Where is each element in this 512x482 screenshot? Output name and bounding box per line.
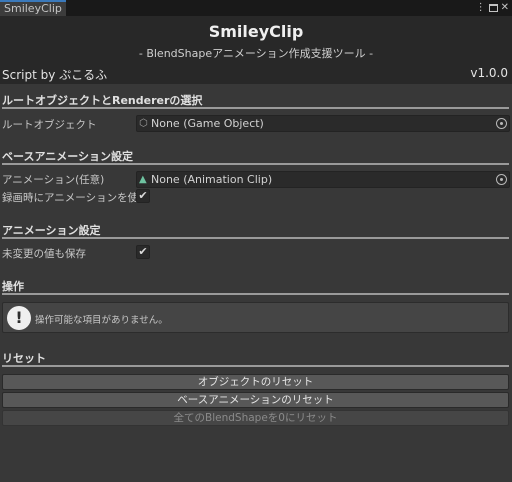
object-picker-icon[interactable] (496, 118, 507, 129)
tool-title: SmileyClip (208, 22, 304, 41)
info-icon: ! (7, 306, 31, 330)
help-box: ! 操作可能な項目がありません。 (2, 302, 509, 333)
maximize-icon[interactable] (488, 4, 498, 12)
tool-subtitle: - BlendShapeアニメーション作成支援ツール - (138, 47, 374, 60)
object-picker-icon[interactable] (496, 174, 507, 185)
root-object-field[interactable]: ⬡ None (Game Object) (136, 115, 510, 132)
section-divider (2, 293, 509, 295)
section-heading-reset: リセット (2, 352, 46, 365)
animation-clip-value: None (Animation Clip) (151, 173, 273, 186)
more-options-icon[interactable]: ⋮ (476, 1, 486, 15)
section-heading-root: ルートオブジェクトとRendererの選択 (2, 94, 203, 107)
section-heading-base-animation: ベースアニメーション設定 (2, 150, 134, 163)
section-heading-animation-settings: アニメーション設定 (2, 224, 101, 237)
section-heading-operations: 操作 (2, 280, 24, 293)
record-with-animation-checkbox[interactable]: ✔ (136, 189, 150, 203)
section-divider (2, 237, 509, 239)
reset-object-button[interactable]: オブジェクトのリセット (2, 374, 509, 390)
version-label: v1.0.0 (470, 66, 508, 80)
tool-header: SmileyClip - BlendShapeアニメーション作成支援ツール - … (0, 16, 512, 84)
animation-clip-icon: ▲ (139, 174, 147, 185)
cube-icon: ⬡ (139, 118, 148, 129)
editor-tab-bar: SmileyClip ⋮ ✕ (0, 0, 512, 16)
reset-base-animation-button[interactable]: ベースアニメーションのリセット (2, 392, 509, 408)
animation-clip-field[interactable]: ▲ None (Animation Clip) (136, 171, 510, 188)
root-object-value: None (Game Object) (151, 117, 264, 130)
author-byline: Script by ぷこるふ (2, 68, 108, 82)
close-icon[interactable]: ✕ (501, 1, 509, 15)
section-divider (2, 163, 509, 165)
animation-label: アニメーション(任意) (2, 174, 105, 186)
help-text: 操作可能な項目がありません。 (35, 315, 168, 326)
tab-smileyclip[interactable]: SmileyClip (0, 0, 66, 16)
save-unchanged-checkbox[interactable]: ✔ (136, 245, 150, 259)
section-divider (2, 365, 509, 367)
record-with-animation-label: 録画時にアニメーションを使用 (2, 192, 149, 204)
save-unchanged-label: 未変更の値も保存 (2, 248, 86, 260)
root-object-label: ルートオブジェクト (2, 119, 97, 131)
reset-all-blendshapes-button: 全てのBlendShapeを0にリセット (2, 410, 509, 426)
window-controls: ⋮ ✕ (476, 0, 512, 16)
section-divider (2, 107, 509, 109)
